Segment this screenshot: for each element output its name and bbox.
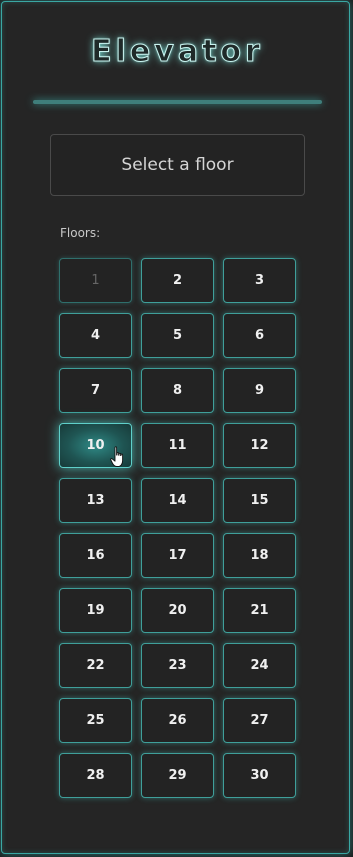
floor-button-2[interactable]: 2: [141, 258, 214, 303]
floor-button-4[interactable]: 4: [59, 313, 132, 358]
floor-button-26[interactable]: 26: [141, 698, 214, 743]
floor-button-23[interactable]: 23: [141, 643, 214, 688]
floor-button-18[interactable]: 18: [223, 533, 296, 578]
floor-button-20[interactable]: 20: [141, 588, 214, 633]
floor-button-21[interactable]: 21: [223, 588, 296, 633]
floor-button-10[interactable]: 10: [59, 423, 132, 468]
floor-button-7[interactable]: 7: [59, 368, 132, 413]
floor-button-16[interactable]: 16: [59, 533, 132, 578]
floor-button-13[interactable]: 13: [59, 478, 132, 523]
floor-button-12[interactable]: 12: [223, 423, 296, 468]
floor-button-9[interactable]: 9: [223, 368, 296, 413]
floor-button-30[interactable]: 30: [223, 753, 296, 798]
floor-button-28[interactable]: 28: [59, 753, 132, 798]
floor-button-27[interactable]: 27: [223, 698, 296, 743]
floors-label: Floors:: [60, 226, 101, 240]
floor-button-11[interactable]: 11: [141, 423, 214, 468]
floor-button-25[interactable]: 25: [59, 698, 132, 743]
title-divider: [33, 100, 322, 104]
floor-button-grid: 1 2 3 4 5 6 7 8 9 10 11 12 13 14 15 16 17 18 19 20 21 22 23 24 2…: [59, 258, 297, 798]
floor-button-8[interactable]: 8: [141, 368, 214, 413]
floor-display-text: Select a floor: [121, 155, 234, 175]
floor-button-6[interactable]: 6: [223, 313, 296, 358]
floor-button-1[interactable]: 1: [59, 258, 132, 303]
app-title: Elevator: [91, 34, 264, 70]
floor-button-15[interactable]: 15: [223, 478, 296, 523]
floor-button-14[interactable]: 14: [141, 478, 214, 523]
floor-button-29[interactable]: 29: [141, 753, 214, 798]
floor-button-22[interactable]: 22: [59, 643, 132, 688]
floor-button-17[interactable]: 17: [141, 533, 214, 578]
elevator-panel: Elevator Select a floor Floors: 12345678…: [1, 1, 350, 854]
floor-button-19[interactable]: 19: [59, 588, 132, 633]
floor-button-24[interactable]: 24: [223, 643, 296, 688]
floor-button-5[interactable]: 5: [141, 313, 214, 358]
floor-display: Select a floor: [50, 134, 305, 196]
floor-button-3[interactable]: 3: [223, 258, 296, 303]
